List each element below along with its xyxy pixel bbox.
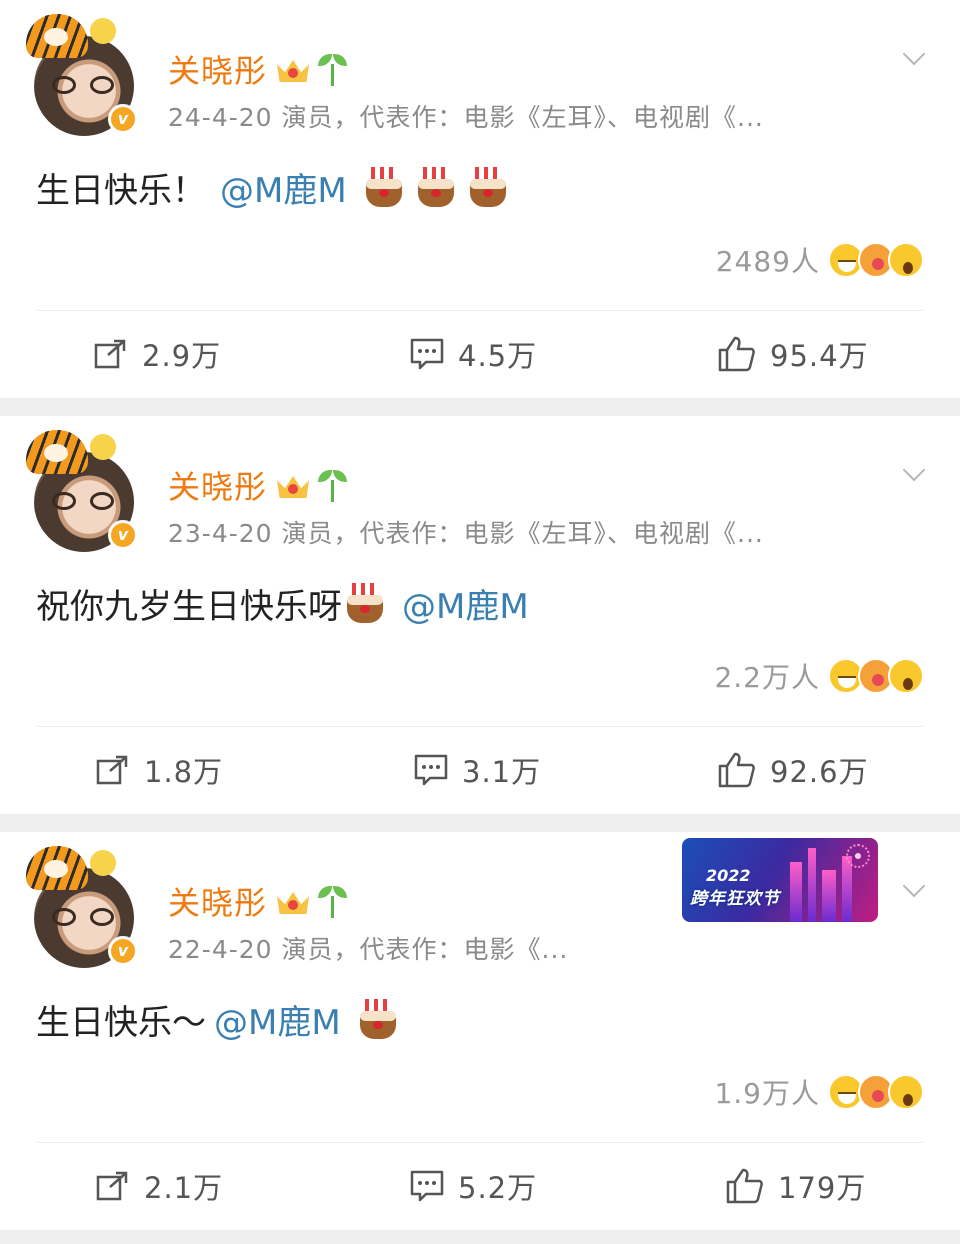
sprout-icon[interactable] <box>317 884 348 918</box>
event-banner[interactable]: 2022 跨年狂欢节 <box>682 838 878 922</box>
divider <box>36 1142 924 1143</box>
wow-emoji-icon <box>888 1074 924 1110</box>
mention-link[interactable]: @M鹿M <box>220 163 347 212</box>
banner-title: 跨年狂欢节 <box>690 889 780 909</box>
chevron-down-icon[interactable] <box>898 878 932 902</box>
reactions-count: 2489人 <box>715 245 820 278</box>
weibo-post: v 关晓彤 24-4-20 演员，代表作：电影《左耳》、电视剧《... 生日快乐… <box>0 0 960 398</box>
post-text: 祝你九岁生日快乐呀 <box>36 586 342 627</box>
mention-link[interactable]: @M鹿M <box>402 579 529 628</box>
avatar[interactable]: v <box>26 846 144 970</box>
tiger-hat-icon <box>26 430 88 474</box>
post-meta: 22-4-20 演员，代表作：电影《... <box>168 935 569 964</box>
share-icon <box>96 1171 128 1201</box>
cake-emoji-icon <box>359 999 397 1039</box>
mention-link[interactable]: @M鹿M <box>214 995 341 1044</box>
author-name[interactable]: 关晓彤 <box>168 46 267 92</box>
like-count: 92.6万 <box>770 755 869 789</box>
post-meta: 24-4-20 演员，代表作：电影《左耳》、电视剧《... <box>168 103 764 132</box>
cake-emoji-icon <box>365 167 403 207</box>
comment-count: 4.5万 <box>458 339 538 373</box>
post-separator <box>0 1230 960 1244</box>
divider <box>36 310 924 311</box>
thumbs-up-icon <box>718 752 755 788</box>
cake-emoji-icon <box>469 167 507 207</box>
chevron-down-icon[interactable] <box>898 462 932 486</box>
comment-button[interactable]: 4.5万 <box>410 324 537 384</box>
post-separator <box>0 398 960 416</box>
comment-icon <box>410 338 444 370</box>
crown-icon[interactable] <box>277 472 310 498</box>
repost-count: 2.1万 <box>144 1171 224 1205</box>
action-bar: 1.8万 3.1万 92.6万 <box>0 740 960 800</box>
repost-button[interactable]: 2.1万 <box>96 1156 223 1216</box>
post-text: 生日快乐！ <box>36 170 206 211</box>
avatar[interactable]: v <box>26 430 144 554</box>
verified-badge-icon: v <box>108 520 138 550</box>
sparkle-icon <box>90 18 116 44</box>
action-bar: 2.9万 4.5万 95.4万 <box>0 324 960 384</box>
post-separator <box>0 814 960 832</box>
like-count: 95.4万 <box>770 339 869 373</box>
wow-emoji-icon <box>888 242 924 278</box>
sparkle-icon <box>90 850 116 876</box>
share-icon <box>94 339 126 369</box>
thumbs-up-icon <box>718 336 755 372</box>
crown-icon[interactable] <box>277 56 310 82</box>
verified-badge-icon: v <box>108 104 138 134</box>
chevron-down-icon[interactable] <box>898 46 932 70</box>
reactions-count: 1.9万人 <box>714 1077 820 1110</box>
comment-icon <box>410 1170 444 1202</box>
avatar[interactable]: v <box>26 14 144 138</box>
author-name[interactable]: 关晓彤 <box>168 462 267 508</box>
repost-button[interactable]: 1.8万 <box>96 740 223 800</box>
weibo-post: v 关晓彤 22-4-20 演员，代表作：电影《... 2022 跨年狂欢节 生… <box>0 832 960 1230</box>
post-text: 生日快乐～ <box>36 1002 206 1043</box>
comment-button[interactable]: 5.2万 <box>410 1156 537 1216</box>
reactions-summary[interactable]: 2489人 <box>716 238 924 282</box>
wow-emoji-icon <box>888 658 924 694</box>
share-icon <box>96 755 128 785</box>
action-bar: 2.1万 5.2万 179万 <box>0 1156 960 1216</box>
firework-icon <box>846 844 870 868</box>
comment-button[interactable]: 3.1万 <box>414 740 541 800</box>
comment-count: 3.1万 <box>462 755 542 789</box>
post-content: 生日快乐！ @M鹿M <box>36 162 507 212</box>
tiger-hat-icon <box>26 846 88 890</box>
thumbs-up-icon <box>726 1168 763 1204</box>
repost-count: 2.9万 <box>142 339 222 373</box>
cake-emoji-icon <box>417 167 455 207</box>
post-content: 生日快乐～ @M鹿M <box>36 994 397 1044</box>
comment-icon <box>414 754 448 786</box>
like-button[interactable]: 95.4万 <box>718 324 869 384</box>
post-meta: 23-4-20 演员，代表作：电影《左耳》、电视剧《... <box>168 519 764 548</box>
author-name[interactable]: 关晓彤 <box>168 878 267 924</box>
tiger-hat-icon <box>26 14 88 58</box>
post-content: 祝你九岁生日快乐呀 @M鹿M <box>36 578 529 628</box>
crown-icon[interactable] <box>277 888 310 914</box>
weibo-post: v 关晓彤 23-4-20 演员，代表作：电影《左耳》、电视剧《... 祝你九岁… <box>0 416 960 814</box>
comment-count: 5.2万 <box>458 1171 538 1205</box>
sprout-icon[interactable] <box>317 468 348 502</box>
reactions-summary[interactable]: 1.9万人 <box>714 1070 924 1114</box>
reactions-summary[interactable]: 2.2万人 <box>714 654 924 698</box>
banner-year: 2022 <box>706 866 751 885</box>
sparkle-icon <box>90 434 116 460</box>
repost-count: 1.8万 <box>144 755 224 789</box>
sprout-icon[interactable] <box>317 52 348 86</box>
like-button[interactable]: 92.6万 <box>718 740 869 800</box>
like-button[interactable]: 179万 <box>726 1156 866 1216</box>
repost-button[interactable]: 2.9万 <box>94 324 221 384</box>
reactions-count: 2.2万人 <box>714 661 820 694</box>
like-count: 179万 <box>778 1171 867 1205</box>
verified-badge-icon: v <box>108 936 138 966</box>
cake-emoji-icon <box>346 583 384 623</box>
divider <box>36 726 924 727</box>
